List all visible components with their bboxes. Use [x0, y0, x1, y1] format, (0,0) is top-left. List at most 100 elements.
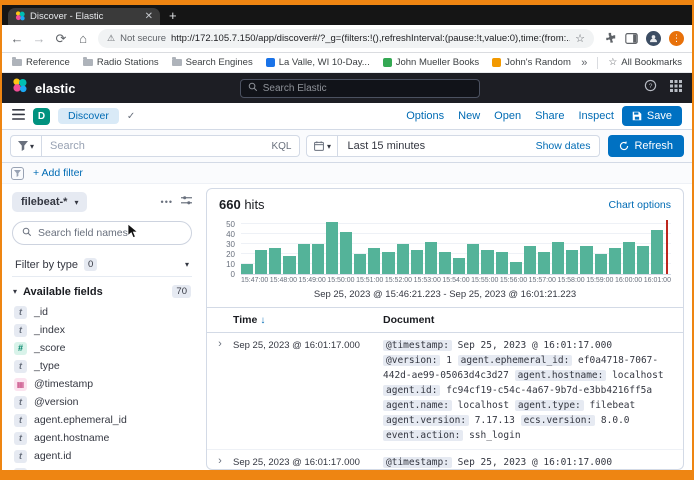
histogram-bar[interactable]: [552, 242, 564, 274]
refresh-button[interactable]: Refresh: [608, 135, 684, 157]
field-search-input[interactable]: [38, 227, 182, 239]
bookmark-star-icon[interactable]: ☆: [575, 32, 585, 45]
histogram-bar[interactable]: [481, 250, 493, 274]
all-bookmarks-button[interactable]: ☆ All Bookmarks: [608, 57, 682, 68]
bookmark-item[interactable]: John's Random Tho...: [492, 57, 571, 68]
histogram-bar[interactable]: [340, 232, 352, 274]
histogram-bar[interactable]: [510, 262, 522, 274]
field-item[interactable]: tagent.ephemeral_id: [12, 411, 192, 429]
extensions-puzzle-icon[interactable]: [602, 32, 616, 46]
histogram-bar[interactable]: [312, 244, 324, 274]
histogram-bar[interactable]: [255, 250, 267, 274]
histogram-bar[interactable]: [580, 246, 592, 274]
doc-table-row[interactable]: ›Sep 25, 2023 @ 16:01:17.000@timestamp: …: [207, 333, 683, 450]
hamburger-menu-icon[interactable]: [12, 107, 25, 125]
available-fields-header[interactable]: ▾ Available fields 70: [12, 285, 192, 303]
profile-avatar[interactable]: [646, 31, 661, 46]
tab-close-icon[interactable]: ✕: [145, 11, 153, 22]
show-dates-link[interactable]: Show dates: [536, 140, 591, 152]
histogram-bar[interactable]: [595, 254, 607, 274]
forward-icon[interactable]: →: [32, 31, 46, 46]
histogram-bar[interactable]: [496, 252, 508, 274]
kql-label[interactable]: KQL: [271, 141, 291, 152]
breadcrumb-discover[interactable]: Discover: [58, 108, 119, 124]
top-nav-inspect[interactable]: Inspect: [578, 110, 613, 122]
histogram-bar[interactable]: [326, 222, 338, 274]
back-icon[interactable]: ←: [10, 31, 24, 46]
bookmark-item[interactable]: Search Engines: [172, 57, 253, 68]
browser-menu-icon[interactable]: ⋮: [669, 31, 684, 46]
histogram-bar[interactable]: [425, 242, 437, 274]
histogram-bar[interactable]: [609, 248, 621, 274]
chart-options-link[interactable]: Chart options: [609, 199, 671, 211]
histogram-bar[interactable]: [453, 258, 465, 274]
global-search[interactable]: [240, 79, 480, 98]
histogram-bar[interactable]: [637, 246, 649, 274]
field-item[interactable]: tagent.hostname: [12, 429, 192, 447]
filter-by-type[interactable]: Filter by type 0 ▾: [12, 253, 192, 277]
field-item[interactable]: t@version: [12, 393, 192, 411]
histogram-bar[interactable]: [382, 252, 394, 274]
time-column-header[interactable]: Time ↓: [233, 308, 383, 332]
date-picker-button[interactable]: ▾: [306, 135, 338, 157]
field-item[interactable]: t_type: [12, 357, 192, 375]
more-options-icon[interactable]: •••: [161, 197, 173, 207]
time-range-display[interactable]: Last 15 minutes Show dates: [338, 135, 600, 157]
histogram-bar[interactable]: [623, 242, 635, 274]
histogram-bar[interactable]: [439, 252, 451, 274]
bookmarks-overflow-icon[interactable]: »: [581, 57, 587, 69]
field-item[interactable]: tagent.name: [12, 465, 192, 470]
histogram-bar[interactable]: [411, 250, 423, 274]
help-icon[interactable]: ?: [644, 79, 657, 97]
field-item[interactable]: t_index: [12, 321, 192, 339]
histogram-bar[interactable]: [538, 252, 550, 274]
histogram-plot[interactable]: [241, 220, 671, 275]
expand-row-icon[interactable]: ›: [207, 338, 233, 443]
add-filter-link[interactable]: + Add filter: [33, 167, 83, 179]
browser-tab[interactable]: Discover - Elastic ✕: [8, 8, 160, 25]
doc-table-row[interactable]: ›Sep 25, 2023 @ 16:01:17.000@timestamp: …: [207, 450, 683, 469]
top-nav-share[interactable]: Share: [535, 110, 564, 122]
histogram-bar[interactable]: [524, 246, 536, 274]
saved-query-menu-button[interactable]: ▾: [10, 135, 42, 157]
histogram-bar[interactable]: [241, 264, 253, 274]
space-avatar[interactable]: D: [33, 108, 50, 125]
reload-icon[interactable]: ⟳: [54, 31, 68, 47]
histogram-bar[interactable]: [368, 248, 380, 274]
field-item[interactable]: t_id: [12, 303, 192, 321]
url-bar[interactable]: ⚠ Not secure http://172.105.7.150/app/di…: [98, 29, 594, 48]
bookmark-item[interactable]: La Valle, WI 10-Day...: [266, 57, 370, 68]
field-settings-icon[interactable]: [181, 193, 192, 211]
histogram-bar[interactable]: [651, 230, 663, 274]
time-range-label[interactable]: Last 15 minutes: [347, 140, 425, 152]
expand-row-icon[interactable]: ›: [207, 455, 233, 469]
elastic-logo[interactable]: [12, 78, 27, 98]
home-icon[interactable]: ⌂: [76, 31, 90, 46]
side-panel-icon[interactable]: [624, 32, 638, 46]
apps-grid-icon[interactable]: [670, 79, 682, 97]
save-button[interactable]: Save: [622, 106, 682, 126]
bookmark-item[interactable]: John Mueller Books: [383, 57, 479, 68]
global-search-input[interactable]: [263, 83, 472, 94]
field-item[interactable]: ▦@timestamp: [12, 375, 192, 393]
top-nav-new[interactable]: New: [458, 110, 480, 122]
histogram-bar[interactable]: [566, 250, 578, 274]
bookmark-item[interactable]: Reference: [12, 57, 70, 68]
field-item[interactable]: tagent.id: [12, 447, 192, 465]
index-pattern-switcher[interactable]: filebeat-* ▾: [12, 192, 87, 212]
filter-box-icon[interactable]: [11, 167, 24, 180]
histogram-bar[interactable]: [467, 244, 479, 274]
bookmark-item[interactable]: Radio Stations: [83, 57, 159, 68]
query-input[interactable]: [50, 140, 265, 152]
query-input-wrap[interactable]: KQL: [42, 135, 300, 157]
top-nav-open[interactable]: Open: [494, 110, 521, 122]
histogram-bar[interactable]: [269, 248, 281, 274]
histogram-bar[interactable]: [298, 244, 310, 274]
field-search[interactable]: [12, 221, 192, 245]
histogram-bar[interactable]: [354, 254, 366, 274]
histogram-bar[interactable]: [397, 244, 409, 274]
histogram-bar[interactable]: [283, 256, 295, 274]
top-nav-options[interactable]: Options: [406, 110, 444, 122]
new-tab-button[interactable]: +: [169, 8, 177, 23]
field-item[interactable]: #_score: [12, 339, 192, 357]
